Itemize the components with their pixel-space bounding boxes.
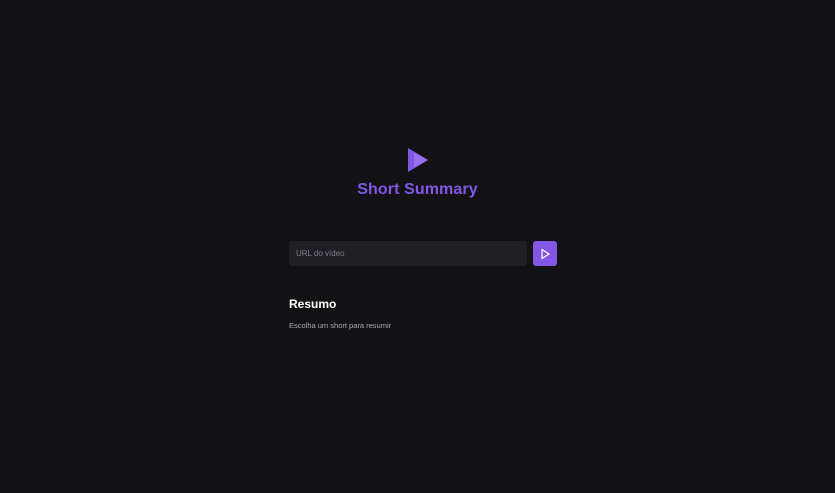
play-outline-icon: [539, 248, 551, 260]
app-screen: Short Summary Resumo Escolha um short pa…: [0, 0, 835, 493]
url-search-form: [289, 241, 557, 266]
summary-text: Escolha um short para resumir: [289, 321, 392, 330]
play-logo-icon: [406, 146, 430, 174]
summary-section: Resumo Escolha um short para resumir: [289, 297, 589, 330]
video-url-input[interactable]: [289, 241, 527, 266]
summary-title: Resumo: [289, 297, 337, 311]
app-title: Short Summary: [357, 181, 478, 198]
submit-button[interactable]: [533, 241, 557, 266]
brand-header: Short Summary: [0, 146, 835, 199]
